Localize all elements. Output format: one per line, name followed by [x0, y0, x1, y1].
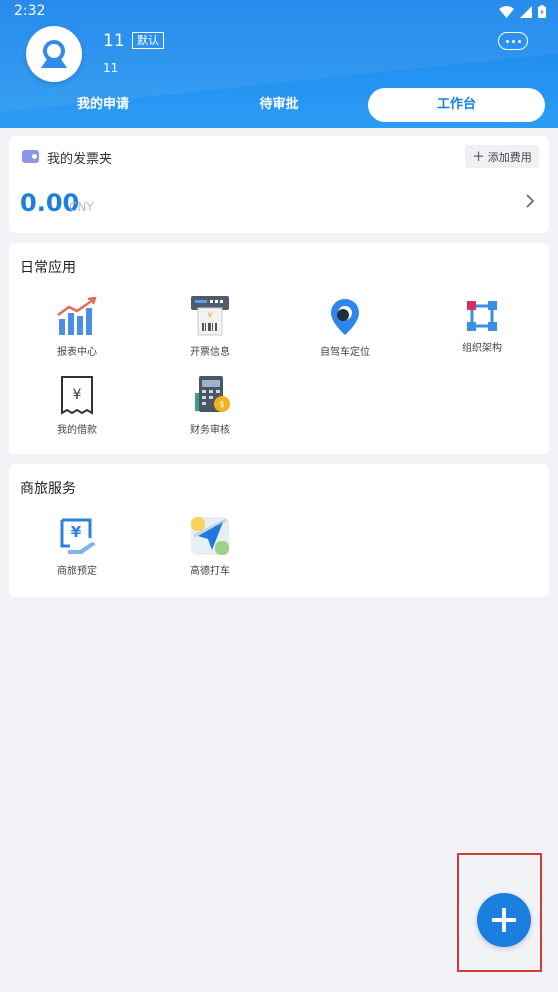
svg-text:¥: ¥ [71, 523, 82, 541]
tab-my-applications[interactable]: 我的申请 [45, 88, 161, 122]
app-my-loans[interactable]: ¥ 我的借款 [27, 375, 127, 436]
app-label: 报表中心 [57, 347, 97, 358]
wallet-icon [22, 150, 39, 163]
app-self-drive-location[interactable]: 自驾车定位 [295, 297, 395, 358]
app-label: 高德打车 [190, 566, 230, 577]
amap-taxi-icon [191, 517, 229, 555]
svg-text:$: $ [219, 400, 225, 410]
app-label: 开票信息 [190, 347, 230, 358]
app-label: 我的借款 [57, 425, 97, 436]
app-amap-taxi[interactable]: 高德打车 [160, 516, 260, 577]
app-finance-review[interactable]: $ 财务审核 [160, 375, 260, 436]
add-fab-button[interactable] [477, 893, 531, 947]
org-structure-icon [467, 301, 497, 331]
invoice-title: 我的发票夹 [47, 152, 113, 167]
invoice-card[interactable]: 我的发票夹 + 添加费用 0.00 CNY [9, 136, 549, 233]
travel-services-card: 商旅服务 ¥ 商旅预定 高德打车 [9, 464, 549, 597]
travel-booking-icon: ¥ [60, 518, 96, 554]
app-label: 组织架构 [462, 343, 502, 354]
user-avatar-icon [41, 40, 67, 68]
svg-text:¥: ¥ [207, 311, 212, 320]
app-org-structure[interactable]: 组织架构 [432, 299, 532, 354]
tab-pending-approval[interactable]: 待审批 [221, 88, 337, 122]
chevron-right-icon[interactable] [523, 192, 537, 210]
signal-icon [520, 5, 532, 18]
status-bar: 2:32 [0, 0, 558, 24]
daily-apps-card: 日常应用 报表中心 ¥ 开票信息 自驾车定位 组织架构 ¥ 我的借款 $ 财务审… [9, 243, 549, 454]
tab-workbench[interactable]: 工作台 [368, 88, 545, 122]
status-time: 2:32 [14, 3, 46, 19]
app-label: 商旅预定 [57, 566, 97, 577]
tab-bar: 我的申请 待审批 工作台 [0, 88, 558, 122]
app-travel-booking[interactable]: ¥ 商旅预定 [27, 516, 127, 577]
add-fee-button[interactable]: + 添加费用 [465, 145, 539, 168]
app-label: 财务审核 [190, 425, 230, 436]
add-fee-label: 添加费用 [487, 150, 532, 164]
avatar[interactable] [26, 26, 82, 82]
invoice-printer-icon: ¥ [191, 296, 229, 336]
app-report-center[interactable]: 报表中心 [27, 297, 127, 358]
loan-yen-icon: ¥ [61, 376, 93, 415]
svg-text:¥: ¥ [73, 387, 82, 403]
wifi-icon [499, 5, 514, 18]
invoice-currency: CNY [69, 200, 94, 214]
location-pin-icon [331, 299, 359, 335]
calculator-icon: $ [195, 376, 230, 412]
status-icons [499, 5, 546, 18]
report-chart-icon [57, 297, 97, 335]
username: 11 [103, 31, 125, 51]
daily-apps-title: 日常应用 [20, 260, 76, 276]
header: 2:32 11 默认 11 我的申请 待审批 工作台 [0, 0, 558, 128]
plus-icon [492, 908, 516, 932]
travel-services-title: 商旅服务 [20, 481, 76, 497]
default-tag: 默认 [132, 32, 164, 49]
app-invoice-info[interactable]: ¥ 开票信息 [160, 294, 260, 358]
plus-small-icon: + [472, 147, 485, 165]
battery-icon [538, 5, 546, 18]
more-dots-icon[interactable] [498, 32, 528, 50]
app-label: 自驾车定位 [320, 347, 370, 358]
user-subtitle: 11 [103, 61, 119, 75]
